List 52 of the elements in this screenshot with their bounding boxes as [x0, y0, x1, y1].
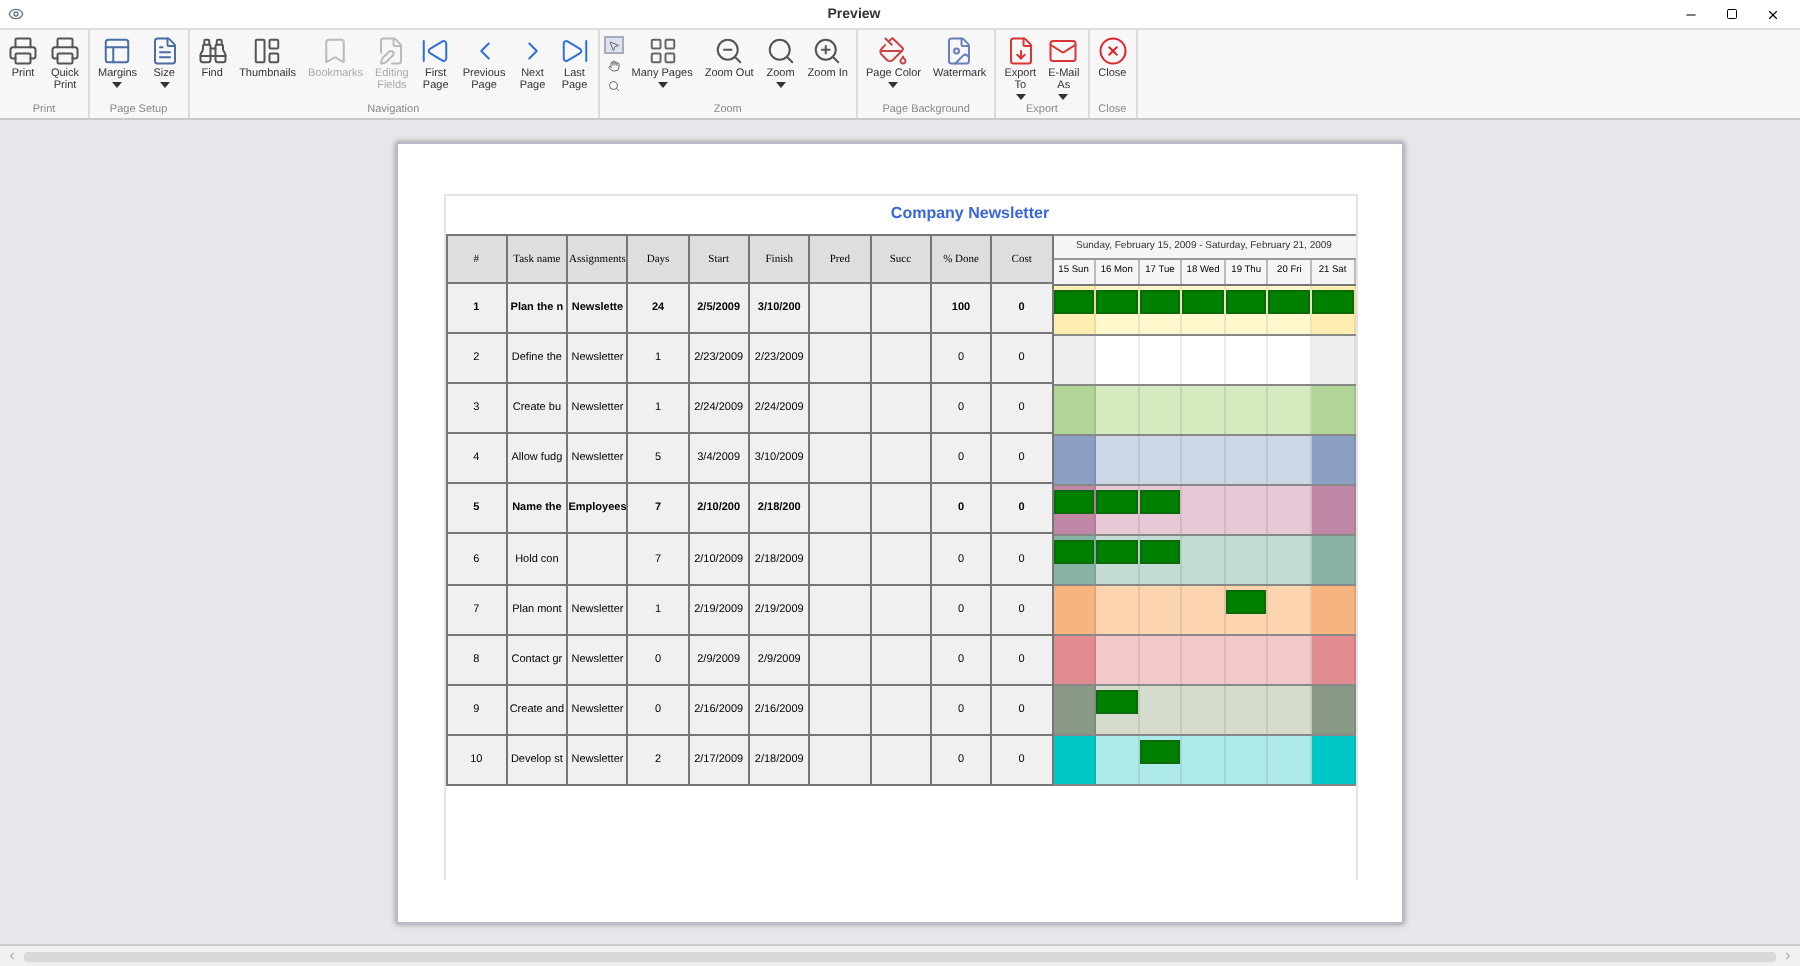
page-edit-icon	[376, 36, 407, 66]
task-bar	[1053, 290, 1095, 314]
task-bar	[1139, 740, 1181, 764]
page-download-icon	[1005, 36, 1036, 66]
caret-icon	[112, 82, 123, 88]
page-icon	[149, 36, 180, 66]
task-bar	[1096, 290, 1138, 314]
caret-icon	[1015, 94, 1026, 100]
task-bar	[1268, 290, 1310, 314]
task-bar	[1225, 590, 1267, 614]
caret-icon	[159, 82, 170, 88]
restore-icon[interactable]	[1726, 7, 1738, 19]
magnifier-icon	[607, 79, 620, 91]
task-bar	[1053, 540, 1095, 564]
search-icon	[765, 36, 796, 66]
task-bar	[1225, 290, 1267, 314]
task-bar	[1139, 540, 1181, 564]
caret-icon	[888, 82, 899, 88]
zoom-out-icon	[714, 36, 745, 66]
pointer-icon	[607, 39, 620, 51]
zoom-in-icon	[812, 36, 843, 66]
task-bar	[1096, 490, 1138, 514]
task-bar	[1139, 490, 1181, 514]
task-bar	[1096, 690, 1138, 714]
grid-icon	[647, 36, 678, 66]
task-bar	[1139, 290, 1181, 314]
paint-bucket-icon	[878, 36, 909, 66]
task-bar	[1311, 290, 1354, 314]
task-bar	[1053, 490, 1095, 514]
hand-icon	[607, 59, 620, 71]
caret-icon	[775, 82, 786, 88]
cursor-tool-button[interactable]	[603, 56, 624, 74]
panels-icon	[252, 36, 283, 66]
app-icon	[8, 6, 24, 22]
printer-icon	[50, 36, 80, 66]
cursor-tool-button[interactable]	[603, 36, 624, 54]
task-bar	[1182, 290, 1224, 314]
binoculars-icon	[197, 36, 228, 66]
cursor-tool-button[interactable]	[603, 76, 624, 94]
printer-icon	[8, 36, 38, 66]
page-image-icon	[944, 36, 975, 66]
mail-icon	[1048, 36, 1079, 66]
skip-back-icon	[420, 36, 451, 66]
caret-icon	[1058, 94, 1069, 100]
task-bar	[1096, 540, 1138, 564]
caret-icon	[657, 82, 668, 88]
page-layout-icon	[102, 36, 133, 66]
skip-forward-icon	[559, 36, 590, 66]
close-icon[interactable]	[1766, 7, 1780, 21]
close-icon	[1097, 36, 1128, 66]
bookmark-icon	[320, 36, 351, 66]
document-title: Company Newsletter	[890, 204, 1050, 222]
